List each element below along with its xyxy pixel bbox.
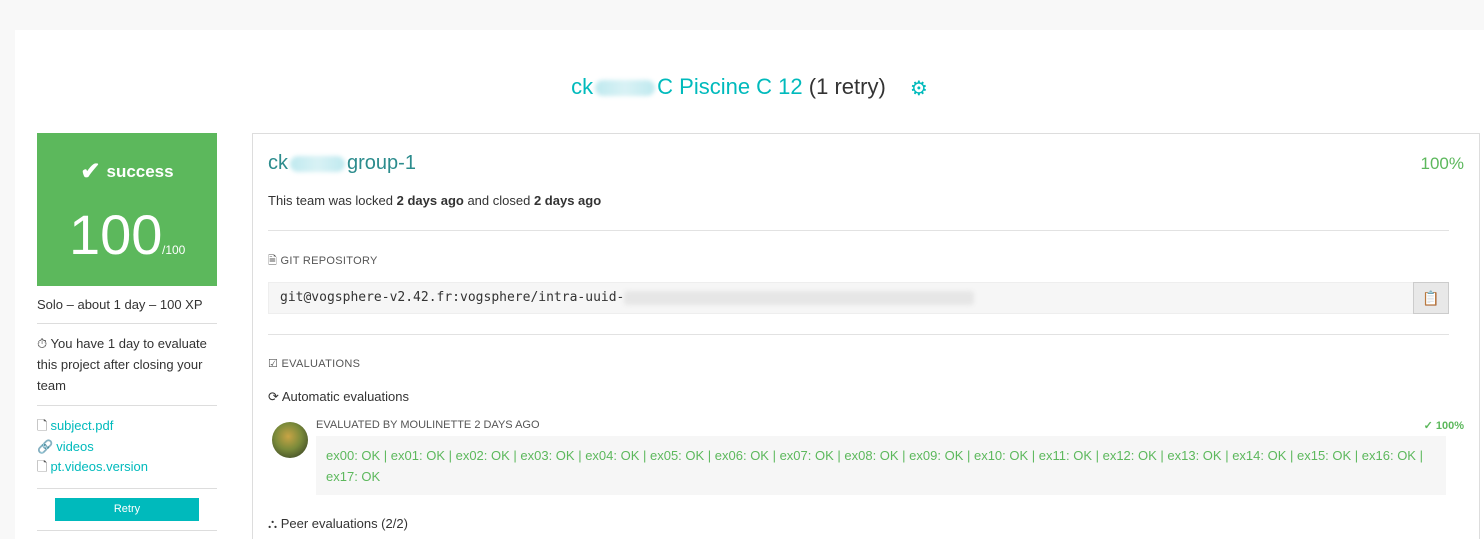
- evaluation-score: ✓ 100%: [1423, 420, 1464, 432]
- title-retry: (1 retry): [808, 74, 886, 99]
- lock-status: This team was locked 2 days ago and clos…: [268, 193, 602, 208]
- team-name[interactable]: ck group-1: [268, 152, 416, 175]
- project-meta: Solo – about 1 day – 100 XP: [37, 286, 217, 324]
- git-url[interactable]: git@vogsphere-v2.42.fr:vogsphere/intra-u…: [280, 290, 975, 305]
- redacted-team: [290, 155, 345, 172]
- automatic-evaluations-heading: ⟳ Automatic evaluations: [268, 389, 409, 404]
- evaluated-by: EVALUATED BY MOULINETTE 2 DAYS AGO: [316, 419, 540, 431]
- moulinette-avatar[interactable]: [272, 422, 308, 458]
- link-videos[interactable]: 🔗 videos: [37, 437, 217, 458]
- repository-icon: 🗎: [268, 255, 278, 267]
- evaluation-note: ⏱ You have 1 day to evaluate this projec…: [37, 324, 217, 406]
- final-mark: 100: [69, 203, 163, 266]
- retry-wrapper: Retry: [37, 489, 217, 531]
- gear-icon[interactable]: ⚙: [910, 76, 928, 101]
- stopwatch-icon: ⏱: [37, 336, 48, 351]
- network-icon: ⛬: [268, 516, 278, 531]
- paperclip-icon: 🔗: [37, 438, 54, 454]
- check-icon: ✔: [80, 158, 101, 185]
- redacted-login: [595, 80, 656, 97]
- document-icon: 🗋: [37, 459, 48, 474]
- attachments-list: 🗋 subject.pdf 🔗 videos 🗋 pt.videos.version: [37, 406, 217, 489]
- clipboard-button[interactable]: 📋: [1413, 282, 1449, 314]
- evaluations-heading: ☑ EVALUATIONS: [268, 358, 361, 370]
- page: ck C Piscine C 12 (1 retry) ⚙ ✔ success 10…: [15, 30, 1484, 539]
- retry-button[interactable]: Retry: [55, 497, 199, 521]
- refresh-icon: ⟳: [268, 389, 279, 404]
- clipboard-icon: 📋: [1422, 290, 1440, 306]
- max-mark: /100: [162, 243, 186, 257]
- team-percent: 100%: [1420, 154, 1464, 173]
- title-project[interactable]: C Piscine C 12: [657, 74, 803, 99]
- git-repo-field[interactable]: git@vogsphere-v2.42.fr:vogsphere/intra-u…: [268, 282, 1449, 314]
- page-title: ck C Piscine C 12 (1 retry) ⚙: [15, 74, 1484, 101]
- divider: [268, 230, 1449, 231]
- score-box: ✔ success 100 /100: [37, 133, 217, 286]
- team-panel: ck group-1 100% This team was locked 2 da…: [252, 133, 1480, 539]
- git-heading: 🗎 GIT REPOSITORY: [268, 255, 378, 267]
- title-login[interactable]: ck: [571, 74, 593, 99]
- redacted-uuid: [624, 290, 975, 305]
- peer-evaluations-heading: ⛬ Peer evaluations (2/2): [268, 516, 408, 531]
- document-icon: 🗋: [37, 418, 48, 433]
- divider: [268, 334, 1449, 335]
- status-label: ✔ success: [80, 158, 174, 185]
- evaluation-results: ex00: OK | ex01: OK | ex02: OK | ex03: O…: [316, 436, 1446, 495]
- project-summary: ✔ success 100 /100 Solo – about 1 day – 1…: [37, 133, 217, 531]
- check-icon: ✓: [1423, 420, 1433, 432]
- link-pt-videos-version[interactable]: 🗋 pt.videos.version: [37, 457, 217, 478]
- checklist-icon: ☑: [268, 358, 279, 370]
- link-subject-pdf[interactable]: 🗋 subject.pdf: [37, 416, 217, 437]
